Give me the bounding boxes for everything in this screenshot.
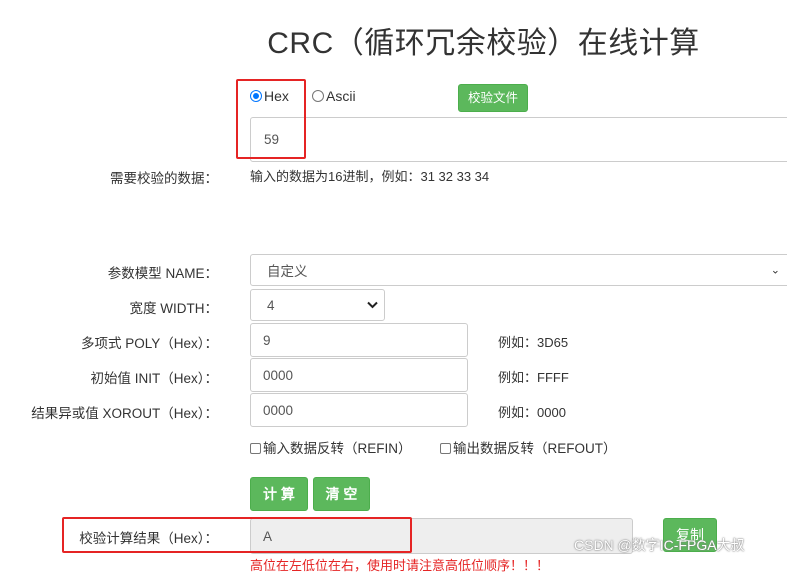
watermark-text: CSDN @数字IC-FPGA大叔 — [574, 537, 745, 553]
poly-input[interactable]: 9 — [250, 323, 468, 357]
radio-ascii[interactable]: Ascii — [312, 88, 356, 104]
refout-label: 输出数据反转（REFOUT） — [453, 441, 617, 456]
model-label: 参数模型 NAME： — [107, 266, 218, 281]
width-label: 宽度 WIDTH： — [129, 301, 219, 316]
data-input-hint: 输入的数据为16进制，例如：31 32 33 34 — [250, 169, 490, 184]
calculate-button[interactable]: 计 算 — [250, 477, 308, 511]
poly-input-value: 9 — [263, 332, 271, 348]
chevron-down-icon: ⌄ — [770, 264, 780, 277]
check-file-button[interactable]: 校验文件 — [458, 84, 528, 112]
xorout-label: 结果异或值 XOROUT（Hex）： — [31, 406, 218, 421]
width-select[interactable]: 4 — [250, 289, 385, 321]
highlight-box-input — [236, 79, 306, 159]
xorout-input-value: 0000 — [263, 402, 294, 418]
refin-label: 输入数据反转（REFIN） — [263, 441, 412, 456]
model-select[interactable]: 自定义 ⌄ — [250, 254, 787, 286]
refin-checkbox-box[interactable] — [250, 443, 261, 454]
page-title: CRC（循环冗余校验）在线计算 — [267, 27, 700, 60]
refout-checkbox-box[interactable] — [440, 443, 451, 454]
init-example: 例如：FFFF — [498, 370, 569, 385]
data-input[interactable]: 59 — [250, 117, 787, 162]
width-select-value: 4 — [267, 297, 275, 313]
model-select-value: 自定义 — [267, 264, 308, 279]
init-input-value: 0000 — [263, 367, 294, 383]
refout-checkbox[interactable]: 输出数据反转（REFOUT） — [440, 437, 617, 457]
footnote-warning: 高位在左低位在右，使用时请注意高低位顺序！！！ — [250, 558, 550, 573]
xorout-input[interactable]: 0000 — [250, 393, 468, 427]
poly-example: 例如：3D65 — [498, 335, 569, 350]
chevron-down-icon — [367, 301, 378, 309]
highlight-box-result — [62, 517, 412, 553]
radio-ascii-label: Ascii — [326, 88, 356, 104]
clear-button[interactable]: 清 空 — [313, 477, 370, 511]
init-label: 初始值 INIT（Hex）： — [90, 371, 218, 386]
xorout-example: 例如：0000 — [498, 405, 566, 420]
radio-ascii-indicator[interactable] — [312, 90, 324, 102]
data-input-label: 需要校验的数据： — [110, 171, 218, 186]
poly-label: 多项式 POLY（Hex）： — [80, 336, 218, 351]
refin-checkbox[interactable]: 输入数据反转（REFIN） — [250, 437, 412, 457]
init-input[interactable]: 0000 — [250, 358, 468, 392]
